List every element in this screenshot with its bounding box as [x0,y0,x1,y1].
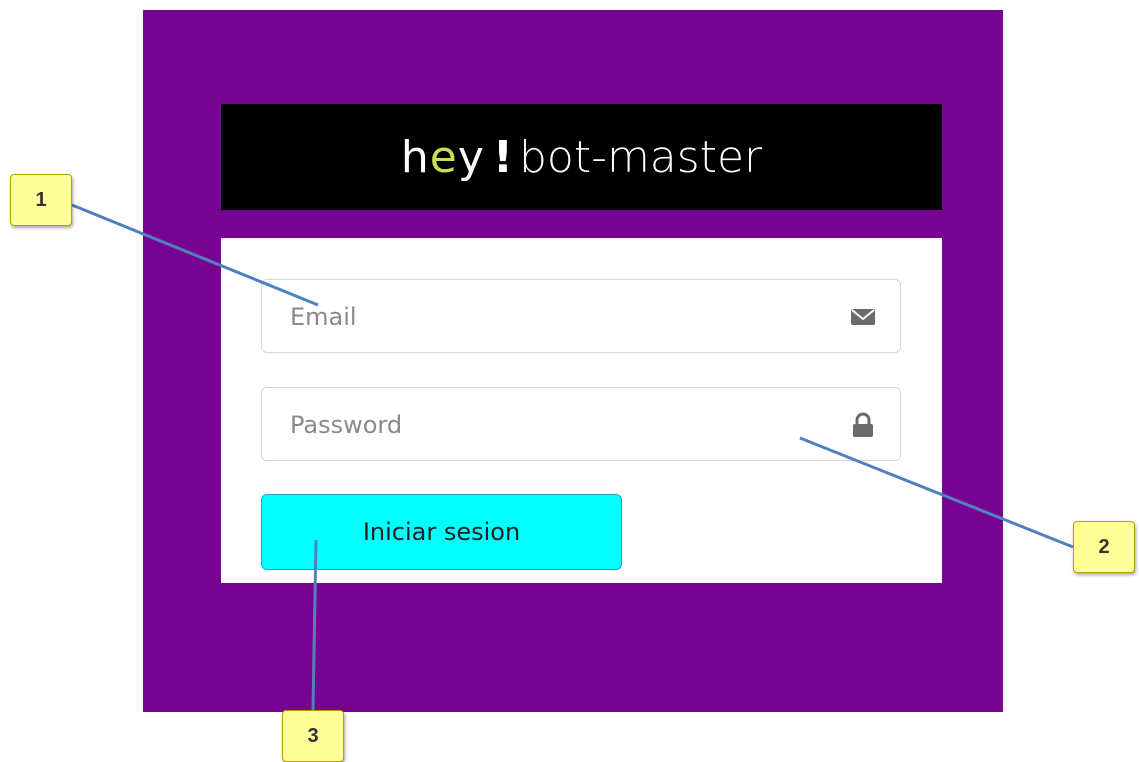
callout-marker-3: 3 [282,710,344,762]
logo-letter-h: h [400,131,430,183]
logo-letter-y: y [457,131,485,183]
callout-marker-1: 1 [10,174,72,226]
lock-icon [853,412,873,437]
logo-hey: hey [401,132,485,183]
email-input[interactable] [288,280,832,354]
logo-exclamation: ! [492,131,513,183]
logo-product-name: bot-master [518,131,763,183]
email-field[interactable] [261,279,901,354]
callout-marker-2: 2 [1073,521,1135,573]
logo-letter-e: e [429,131,458,183]
login-button[interactable]: Iniciar sesion [261,494,622,570]
password-input[interactable] [288,388,832,462]
logo-banner: hey! bot-master [221,104,942,210]
envelope-icon [851,309,875,325]
password-field[interactable] [261,387,901,462]
